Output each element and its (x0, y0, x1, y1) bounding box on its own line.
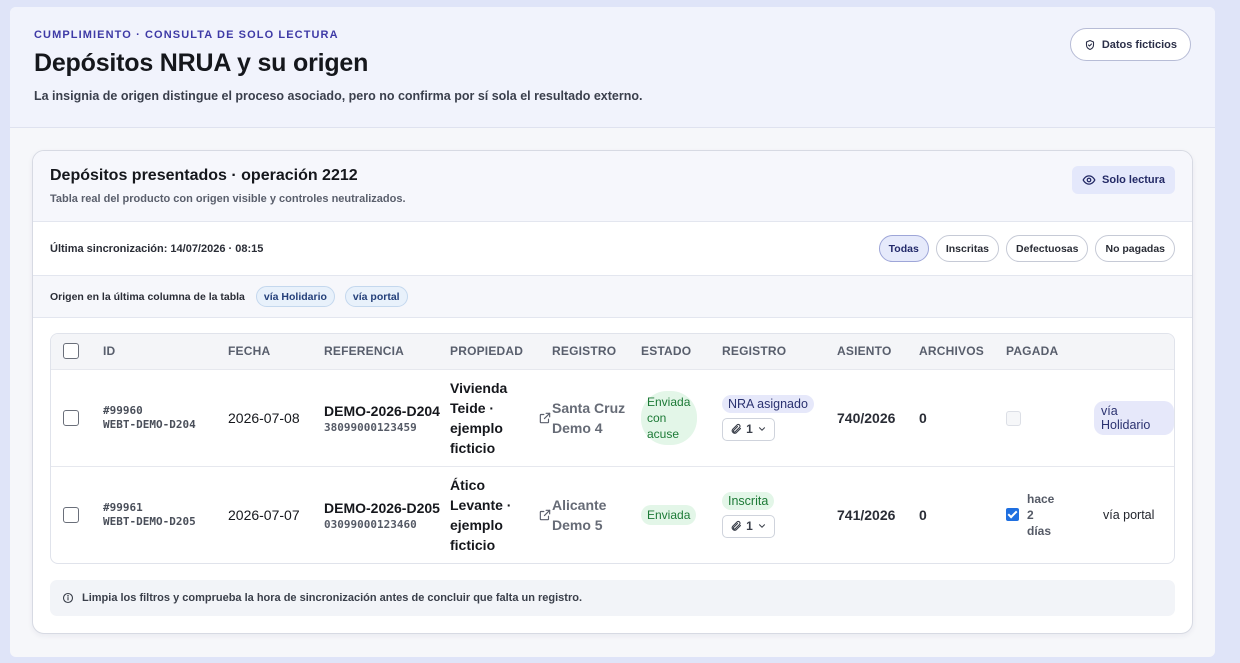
row-id-code: WEBT-DEMO-D204 (103, 417, 196, 431)
row-id-code: WEBT-DEMO-D205 (103, 514, 196, 528)
sync-row: Última sincronización: 14/07/2026 · 08:1… (33, 222, 1192, 276)
attachments-count: 1 (746, 422, 753, 436)
attachments-dropdown[interactable]: 1 (722, 417, 775, 441)
shield-icon (1085, 39, 1094, 50)
row-archivos: 0 (919, 409, 927, 426)
readonly-badge: Solo lectura (1072, 166, 1175, 194)
paid-checkbox (1006, 508, 1019, 522)
page-subtitle: La insignia de origen distingue el proce… (34, 89, 643, 103)
row-propiedad: Ático Levante · ejemplo ficticio (450, 476, 512, 553)
row-origin-text: vía portal (1103, 508, 1155, 523)
col-fecha[interactable]: FECHA (228, 334, 324, 369)
readonly-label: Solo lectura (1102, 174, 1165, 186)
row-archivos: 0 (919, 506, 927, 523)
attachments-dropdown[interactable]: 1 (722, 514, 775, 538)
origin-pill-holidario: vía Holidario (255, 286, 335, 307)
col-origen (1094, 334, 1174, 369)
row-id: #99960 (103, 403, 143, 417)
col-asiento[interactable]: ASIENTO (837, 334, 919, 369)
row-ref-main: DEMO-2026-D204 (324, 403, 440, 419)
row-asiento: 740/2026 (837, 409, 896, 426)
row-fecha: 2026-07-08 (228, 409, 300, 426)
paperclip-icon (731, 521, 742, 532)
demo-data-badge[interactable]: Datos ficticios (1069, 28, 1191, 61)
col-propiedad[interactable]: PROPIEDAD (450, 334, 552, 369)
col-archivos[interactable]: ARCHIVOS (919, 334, 1006, 369)
origin-pill-portal: vía portal (344, 286, 408, 307)
row-registro: Santa Cruz Demo 4 (552, 399, 626, 436)
hint-banner: Limpia los filtros y comprueba la hora d… (50, 580, 1175, 616)
row-fecha: 2026-07-07 (228, 506, 300, 523)
card-subtitle: Tabla real del producto con origen visib… (50, 193, 406, 205)
row-registro: Alicante Demo 5 (552, 496, 607, 533)
row-origin-badge: vía Holidario (1094, 400, 1174, 435)
filter-defectuosas[interactable]: Defectuosas (1006, 235, 1089, 262)
table-row: #99960 WEBT-DEMO-D204 2026-07-08 DEMO-202… (51, 369, 1174, 466)
filter-todas[interactable]: Todas (878, 235, 929, 262)
row-ref-code: 03099000123460 (324, 518, 417, 532)
row-estado-badge: Enviada (641, 504, 697, 525)
table-row: #99961 WEBT-DEMO-D205 2026-07-07 DEMO-202… (51, 466, 1174, 563)
paid-checkbox (1006, 410, 1021, 426)
row-checkbox[interactable] (63, 409, 79, 426)
eye-icon (1082, 175, 1096, 185)
demo-data-label: Datos ficticios (1101, 38, 1177, 51)
paid-note: hace 2 días (1027, 491, 1055, 538)
chevron-down-icon (758, 427, 765, 431)
col-id[interactable]: ID (103, 334, 228, 369)
attachments-count: 1 (746, 519, 753, 534)
filter-no-pagadas[interactable]: No pagadas (1095, 235, 1175, 262)
row-id: #99961 (103, 500, 143, 514)
hint-text: Limpia los filtros y comprueba la hora d… (82, 592, 582, 604)
select-all-checkbox[interactable] (63, 343, 79, 360)
row-ref-main: DEMO-2026-D205 (324, 500, 440, 517)
app-frame: CUMPLIMIENTO · CONSULTA DE SOLO LECTURA … (10, 7, 1215, 657)
col-estado[interactable]: ESTADO (641, 334, 722, 369)
origin-legend: Origen en la última columna de la tabla … (33, 276, 1192, 318)
paperclip-icon (731, 423, 742, 434)
card-header: Depósitos presentados · operación 2212 T… (33, 151, 1192, 222)
row-asiento: 741/2026 (837, 506, 896, 523)
col-pagada[interactable]: PAGADA (1006, 334, 1094, 369)
row-propiedad: Vivienda Teide · ejemplo ficticio (450, 379, 508, 456)
filter-group: Todas Inscritas Defectuosas No pagadas (878, 235, 1175, 262)
external-link-icon[interactable] (538, 508, 552, 522)
card-title: Depósitos presentados · operación 2212 (50, 167, 358, 184)
info-icon (62, 592, 74, 604)
last-sync-text: Última sincronización: 14/07/2026 · 08:1… (50, 242, 264, 255)
filter-inscritas[interactable]: Inscritas (935, 235, 1000, 262)
row-registro-badge: NRA asignado (722, 394, 814, 413)
row-checkbox[interactable] (63, 507, 79, 524)
row-registro-badge: Inscrita (722, 491, 775, 510)
chevron-down-icon (758, 524, 765, 529)
col-registro-estado[interactable]: REGISTRO (722, 334, 837, 369)
origin-legend-label: Origen en la última columna de la tabla (50, 290, 245, 303)
eyebrow: CUMPLIMIENTO · CONSULTA DE SOLO LECTURA (34, 29, 339, 41)
deposits-table: ID FECHA REFERENCIA PROPIEDAD REGISTRO E… (50, 333, 1175, 564)
col-registro[interactable]: REGISTRO (552, 334, 641, 369)
page-title: Depósitos NRUA y su origen (34, 49, 369, 77)
external-link-icon[interactable] (538, 411, 552, 425)
page-header: CUMPLIMIENTO · CONSULTA DE SOLO LECTURA … (10, 7, 1215, 128)
row-ref-code: 38099000123459 (324, 421, 417, 434)
col-referencia[interactable]: REFERENCIA (324, 334, 450, 369)
table-header-row: ID FECHA REFERENCIA PROPIEDAD REGISTRO E… (51, 334, 1174, 369)
deposits-card: Depósitos presentados · operación 2212 T… (32, 150, 1193, 634)
row-estado-badge: Enviada con acuse (641, 390, 697, 445)
